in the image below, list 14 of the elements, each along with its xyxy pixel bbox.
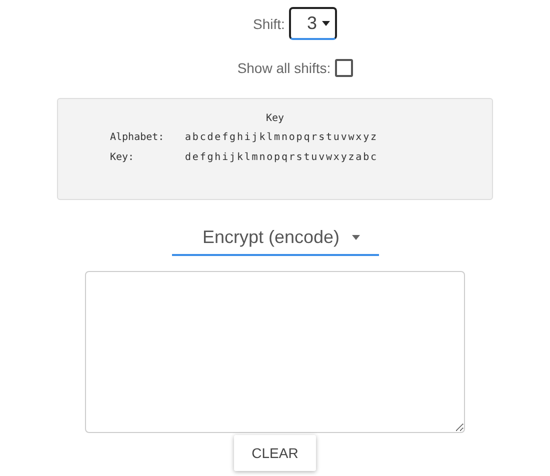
caret-icon — [352, 234, 360, 240]
key-letters: abcdefghijklmnopqrstuvwxyz — [185, 132, 378, 143]
checkbox[interactable] — [334, 59, 353, 77]
clear-button[interactable]: CLEAR — [234, 435, 316, 471]
caret-icon — [322, 21, 330, 26]
key-row-label: Key: — [110, 152, 136, 163]
shift-label: Shift: — [253, 16, 285, 32]
key-letters: defghijklmnopqrstuvwxyzabc — [185, 152, 378, 163]
shift-select[interactable]: 3 — [288, 7, 337, 40]
key-row-label: Alphabet: — [110, 132, 166, 143]
show-all-shifts-label: Show all shifts: — [237, 60, 331, 76]
key-title: Key — [266, 113, 284, 124]
mode-select[interactable]: Encrypt (encode) — [172, 220, 378, 256]
text-input-area[interactable] — [85, 271, 465, 433]
